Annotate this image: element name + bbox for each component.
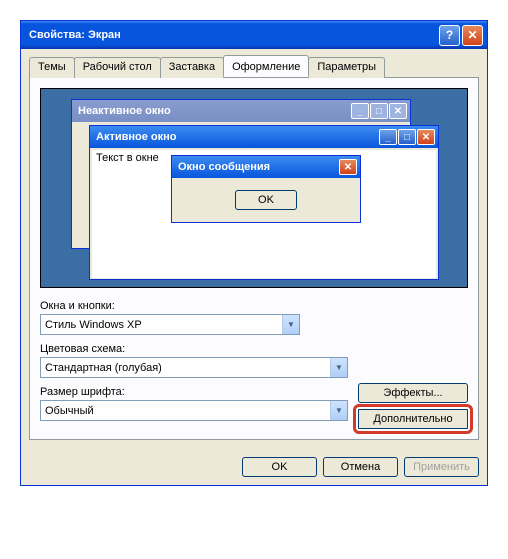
- color-scheme-combo[interactable]: ▼: [40, 357, 348, 378]
- font-size-combo[interactable]: ▼: [40, 400, 348, 421]
- windows-buttons-combo[interactable]: ▼: [40, 314, 300, 335]
- color-scheme-value[interactable]: [41, 358, 330, 377]
- windows-buttons-value[interactable]: [41, 315, 282, 334]
- ok-button[interactable]: OK: [242, 457, 317, 477]
- close-icon: ✕: [417, 129, 435, 145]
- effects-button[interactable]: Эффекты...: [358, 383, 468, 403]
- help-button[interactable]: ?: [439, 25, 460, 46]
- tab-screensaver[interactable]: Заставка: [160, 57, 224, 78]
- minimize-icon: _: [379, 129, 397, 145]
- close-icon: ✕: [339, 159, 357, 175]
- titlebar[interactable]: Свойства: Экран ? ✕: [21, 21, 487, 49]
- close-button[interactable]: ✕: [462, 25, 483, 46]
- dialog-buttons: OK Отмена Применить: [21, 449, 487, 485]
- preview-area: Неактивное окно _ □ ✕ Активное окно _ □ …: [40, 88, 468, 288]
- apply-button[interactable]: Применить: [404, 457, 479, 477]
- preview-msgbox-title-text: Окно сообщения: [178, 161, 339, 173]
- preview-inactive-titlebar: Неактивное окно _ □ ✕: [72, 100, 410, 122]
- chevron-down-icon[interactable]: ▼: [330, 401, 347, 420]
- display-properties-window: Свойства: Экран ? ✕ Темы Рабочий стол За…: [20, 20, 488, 486]
- appearance-panel: Неактивное окно _ □ ✕ Активное окно _ □ …: [29, 77, 479, 440]
- window-title: Свойства: Экран: [29, 29, 439, 41]
- preview-msgbox-titlebar: Окно сообщения ✕: [172, 156, 360, 178]
- font-size-label: Размер шрифта:: [40, 386, 348, 398]
- maximize-icon: □: [398, 129, 416, 145]
- cancel-button[interactable]: Отмена: [323, 457, 398, 477]
- preview-active-title-text: Активное окно: [96, 131, 379, 143]
- chevron-down-icon[interactable]: ▼: [282, 315, 299, 334]
- advanced-button[interactable]: Дополнительно: [358, 409, 468, 429]
- preview-active-titlebar: Активное окно _ □ ✕: [90, 126, 438, 148]
- preview-inactive-title-text: Неактивное окно: [78, 105, 351, 117]
- color-scheme-label: Цветовая схема:: [40, 343, 348, 355]
- tab-desktop[interactable]: Рабочий стол: [74, 57, 161, 78]
- font-size-value[interactable]: [41, 401, 330, 420]
- preview-message-box: Окно сообщения ✕ OK: [171, 155, 361, 223]
- close-icon: ✕: [389, 103, 407, 119]
- tab-themes[interactable]: Темы: [29, 57, 75, 78]
- preview-body-text: Текст в окне: [96, 152, 159, 164]
- tab-appearance[interactable]: Оформление: [223, 55, 309, 77]
- tab-settings[interactable]: Параметры: [308, 57, 385, 78]
- tab-strip: Темы Рабочий стол Заставка Оформление Па…: [21, 49, 487, 78]
- chevron-down-icon[interactable]: ▼: [330, 358, 347, 377]
- preview-msgbox-ok: OK: [235, 190, 297, 210]
- windows-buttons-label: Окна и кнопки:: [40, 300, 468, 312]
- maximize-icon: □: [370, 103, 388, 119]
- minimize-icon: _: [351, 103, 369, 119]
